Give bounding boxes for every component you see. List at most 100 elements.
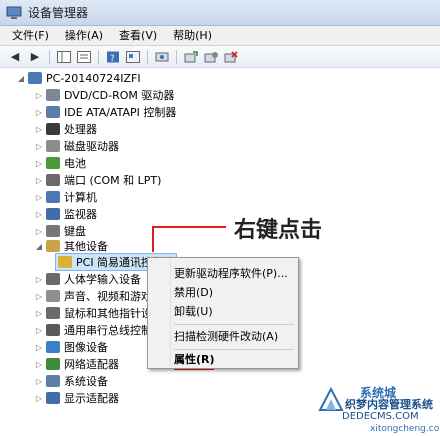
- expand-arrow-icon[interactable]: ▷: [34, 292, 44, 301]
- tree-item-usb[interactable]: ▷ 通用串行总线控制器: [34, 322, 163, 338]
- camera-icon: [46, 341, 60, 353]
- expand-arrow-icon[interactable]: ▷: [34, 125, 44, 134]
- other-devices-icon: [46, 240, 60, 252]
- menu-action[interactable]: 操作(A): [57, 26, 111, 46]
- expand-arrow-icon[interactable]: ▷: [34, 193, 44, 202]
- menu-uninstall[interactable]: 卸载(U): [174, 303, 213, 321]
- tree-item-label: DVD/CD-ROM 驱动器: [64, 89, 175, 102]
- tree-item-label: 磁盘驱动器: [64, 140, 119, 153]
- expand-arrow-icon[interactable]: ▷: [34, 377, 44, 386]
- tree-item-label: IDE ATA/ATAPI 控制器: [64, 106, 177, 119]
- menu-update-driver[interactable]: 更新驱动程序软件(P)...: [174, 265, 288, 283]
- expand-arrow-icon[interactable]: ▷: [34, 176, 44, 185]
- unknown-device-warning-icon: [58, 256, 72, 268]
- tree-item-disk[interactable]: ▷ 磁盘驱动器: [34, 138, 119, 154]
- annotation-label: 右键点击: [234, 218, 323, 243]
- forward-icon[interactable]: ▶: [26, 49, 44, 65]
- back-icon[interactable]: ◀: [6, 49, 24, 65]
- tree-item-imaging[interactable]: ▷ 图像设备: [34, 339, 108, 355]
- expand-arrow-icon[interactable]: ▷: [34, 360, 44, 369]
- toolbar-separator: [147, 49, 148, 64]
- context-menu-separator: [174, 324, 294, 325]
- expand-arrow-icon[interactable]: ▷: [34, 343, 44, 352]
- watermark-brand: 系统城: [360, 386, 397, 400]
- toolbar-separator: [49, 49, 50, 64]
- computer-icon: [46, 191, 60, 203]
- expand-arrow-icon[interactable]: ▷: [34, 309, 44, 318]
- context-menu-separator: [174, 349, 294, 350]
- menu-view[interactable]: 查看(V): [111, 26, 165, 46]
- tree-item-battery[interactable]: ▷ 电池: [34, 155, 86, 171]
- svg-text:?: ?: [110, 54, 115, 63]
- tree-item-network[interactable]: ▷ 网络适配器: [34, 356, 119, 372]
- tree-item-label: 图像设备: [64, 341, 108, 354]
- tree-item-label: 人体学输入设备: [64, 273, 141, 286]
- tree-item-system[interactable]: ▷ 系统设备: [34, 373, 108, 389]
- tree-root[interactable]: ◢ PC-20140724IZFI: [16, 70, 141, 86]
- tree-item-dvd[interactable]: ▷ DVD/CD-ROM 驱动器: [34, 87, 174, 103]
- collapse-arrow-icon[interactable]: ◢: [16, 74, 26, 83]
- tree-item-mouse[interactable]: ▷ 鼠标和其他指针设备: [34, 305, 163, 321]
- hid-icon: [46, 273, 60, 285]
- ide-controller-icon: [46, 106, 60, 118]
- uninstall-device-icon[interactable]: [222, 49, 240, 65]
- update-driver-icon[interactable]: [182, 49, 200, 65]
- expand-arrow-icon[interactable]: ▷: [34, 108, 44, 117]
- processor-icon: [46, 123, 60, 135]
- menu-disable[interactable]: 禁用(D): [174, 284, 213, 302]
- expand-arrow-icon[interactable]: ▷: [34, 91, 44, 100]
- tree-item-label: 监视器: [64, 208, 97, 221]
- battery-icon: [46, 157, 60, 169]
- port-icon: [46, 174, 60, 186]
- context-menu-gutter: [170, 260, 171, 366]
- tree-item-other-devices[interactable]: ◢ 其他设备: [34, 238, 108, 254]
- tree-item-computer[interactable]: ▷ 计算机: [34, 189, 97, 205]
- tree-item-label: 网络适配器: [64, 358, 119, 371]
- toolbar: ◀ ▶ ?: [0, 46, 440, 68]
- disk-drive-icon: [46, 140, 60, 152]
- title-bar: 设备管理器: [0, 0, 440, 26]
- annotation-line-horizontal: [152, 226, 226, 228]
- sound-icon: [46, 290, 60, 302]
- menu-properties[interactable]: 属性(R): [174, 351, 215, 369]
- expand-arrow-icon[interactable]: ▷: [34, 159, 44, 168]
- tree-item-label: 显示适配器: [64, 392, 119, 405]
- tree-item-label: 电池: [64, 157, 86, 170]
- menu-scan-hardware[interactable]: 扫描检测硬件改动(A): [174, 328, 278, 346]
- device-tree: ◢ PC-20140724IZFI ▷ DVD/CD-ROM 驱动器 ▷ IDE…: [0, 68, 440, 436]
- watermark-url: xitongcheng.com: [370, 424, 440, 434]
- menu-help[interactable]: 帮助(H): [165, 26, 220, 46]
- device-manager-icon: [6, 6, 22, 20]
- monitor-icon: [46, 208, 60, 220]
- tree-item-display[interactable]: ▷ 显示适配器: [34, 390, 119, 406]
- view-icon[interactable]: [124, 49, 142, 65]
- tree-item-ide[interactable]: ▷ IDE ATA/ATAPI 控制器: [34, 104, 176, 120]
- tree-item-label: 其他设备: [64, 240, 108, 253]
- menu-file[interactable]: 文件(F): [4, 26, 57, 46]
- watermark-site: DEDECMS.COM: [342, 411, 419, 422]
- show-hide-tree-icon[interactable]: [55, 49, 73, 65]
- usb-icon: [46, 324, 60, 336]
- annotation-line-vertical: [152, 226, 154, 252]
- tree-item-hid[interactable]: ▷ 人体学输入设备: [34, 271, 141, 287]
- tree-root-label: PC-20140724IZFI: [46, 71, 141, 85]
- tree-item-keyboard[interactable]: ▷ 键盘: [34, 223, 86, 239]
- tree-item-processor[interactable]: ▷ 处理器: [34, 121, 97, 137]
- expand-arrow-icon[interactable]: ▷: [34, 227, 44, 236]
- expand-arrow-icon[interactable]: ▷: [34, 326, 44, 335]
- expand-arrow-icon[interactable]: ▷: [34, 210, 44, 219]
- dvd-drive-icon: [46, 89, 60, 101]
- tree-item-label: 计算机: [64, 191, 97, 204]
- disable-device-icon[interactable]: [202, 49, 220, 65]
- expand-arrow-icon[interactable]: ▷: [34, 275, 44, 284]
- expand-arrow-icon[interactable]: ▷: [34, 142, 44, 151]
- properties-icon[interactable]: [75, 49, 93, 65]
- tree-item-monitors[interactable]: ▷ 监视器: [34, 206, 97, 222]
- expand-arrow-icon[interactable]: ▷: [34, 394, 44, 403]
- help-icon[interactable]: ?: [104, 49, 122, 65]
- tree-item-ports[interactable]: ▷ 端口 (COM 和 LPT): [34, 172, 161, 188]
- scan-hardware-icon[interactable]: [153, 49, 171, 65]
- menu-bar: 文件(F) 操作(A) 查看(V) 帮助(H): [0, 26, 440, 46]
- collapse-arrow-icon[interactable]: ◢: [34, 242, 44, 251]
- watermark-logo-icon: [318, 386, 344, 412]
